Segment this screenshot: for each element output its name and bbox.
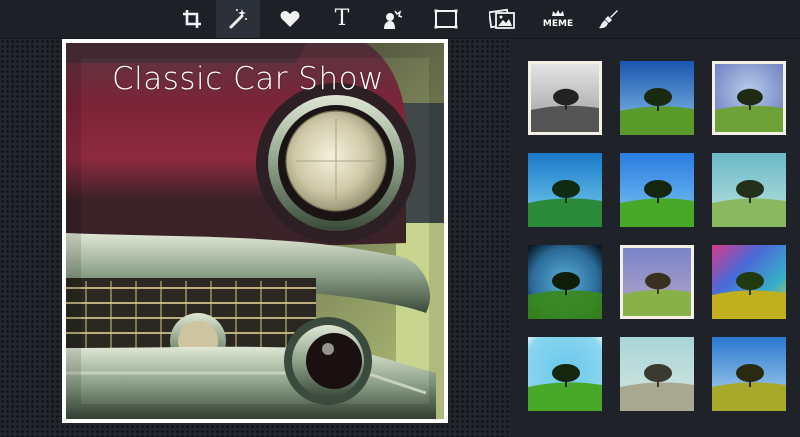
filter-thumb-soft[interactable]	[712, 61, 786, 135]
filter-glow-preview	[528, 337, 602, 411]
canvas-workspace: Classic Car Show	[0, 39, 510, 437]
photo-frame: Classic Car Show	[62, 39, 448, 423]
filter-thumb-vintage[interactable]	[620, 245, 694, 319]
photo-icon	[489, 8, 515, 29]
filter-pale-preview	[712, 153, 786, 227]
magic-wand-icon	[229, 9, 247, 29]
brush-tool-button[interactable]	[586, 0, 630, 38]
crop-icon	[183, 10, 201, 28]
brush-icon	[599, 10, 618, 29]
filter-rainbow-preview	[712, 245, 786, 319]
overlay-tool-button[interactable]	[370, 0, 414, 38]
collage-tool-button[interactable]	[480, 0, 524, 38]
filter-panel	[510, 39, 800, 437]
filter-thumb-faded[interactable]	[620, 337, 694, 411]
meme-tool-button[interactable]: MEME	[536, 0, 580, 38]
filter-cyan-preview	[528, 153, 602, 227]
filter-thumb-pale[interactable]	[712, 153, 786, 227]
filter-vintage-preview	[623, 248, 691, 316]
effects-tool-button[interactable]	[216, 0, 260, 38]
filter-thumb-bright[interactable]	[620, 153, 694, 227]
filter-bright-preview	[620, 153, 694, 227]
filter-bw-preview	[531, 64, 599, 132]
filter-thumb-warm[interactable]	[712, 337, 786, 411]
filter-warm-preview	[712, 337, 786, 411]
car-photo-image	[66, 43, 444, 419]
filter-thumb-vignette[interactable]	[528, 245, 602, 319]
filter-thumb-glow[interactable]	[528, 337, 602, 411]
filter-soft-preview	[715, 64, 783, 132]
filter-thumb-rainbow[interactable]	[712, 245, 786, 319]
overlay-icon	[384, 10, 403, 29]
heart-icon	[280, 11, 300, 27]
editor-toolbar: T MEME	[0, 0, 800, 39]
stickers-tool-button[interactable]	[268, 0, 312, 38]
photo-caption-text[interactable]: Classic Car Show	[112, 61, 384, 97]
filter-thumb-cyan[interactable]	[528, 153, 602, 227]
filter-vivid-preview	[620, 61, 694, 135]
meme-icon: MEME	[542, 19, 574, 29]
filter-thumb-bw[interactable]	[528, 61, 602, 135]
crown-icon	[552, 10, 564, 16]
text-tool-button[interactable]: T	[320, 0, 364, 38]
text-icon: T	[334, 6, 350, 31]
filter-vignette-preview	[528, 245, 602, 319]
frame-icon	[434, 9, 458, 29]
frame-tool-button[interactable]	[424, 0, 468, 38]
filter-thumb-vivid[interactable]	[620, 61, 694, 135]
filter-faded-preview	[620, 337, 694, 411]
edited-photo[interactable]: Classic Car Show	[66, 43, 444, 419]
crop-tool-button[interactable]	[170, 0, 214, 38]
